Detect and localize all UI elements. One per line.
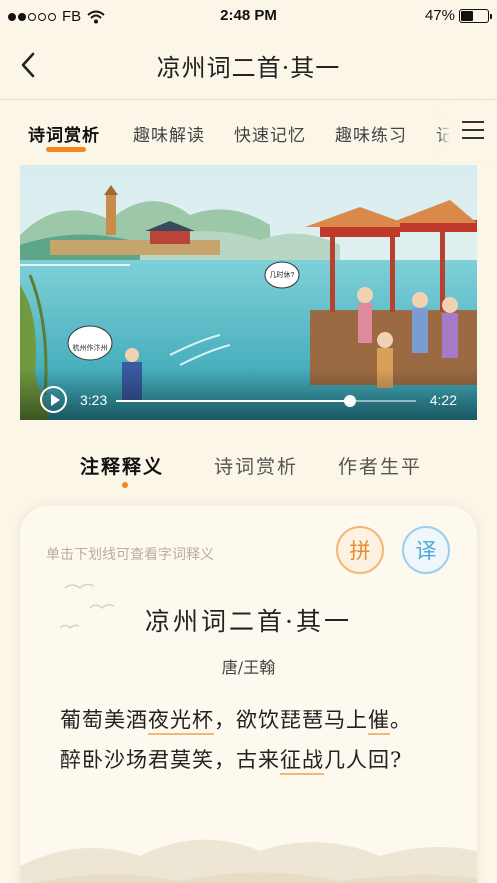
video-controls: 3:23 4:22 (20, 368, 477, 420)
poem-text: 几人回? (324, 748, 403, 772)
current-time: 3:23 (80, 392, 108, 408)
poem-text: 葡萄美酒 (60, 708, 148, 732)
battery-icon (459, 8, 492, 23)
poem-author: 唐/王翰 (221, 658, 276, 677)
translate-button[interactable]: 译 (402, 526, 450, 574)
total-time: 4:22 (429, 392, 457, 408)
menu-icon[interactable] (449, 101, 497, 159)
video-player[interactable]: 几时休? 杭州作汴州 3:23 4:22 (20, 165, 477, 420)
annotated-word[interactable]: 征战 (280, 748, 324, 775)
nav-bar: 凉州词二首·其一 (0, 34, 497, 100)
play-icon[interactable] (40, 386, 67, 413)
hint-text: 单击下划线可查看字词释义 (46, 546, 214, 562)
tab-appreciation[interactable]: 诗词赏析 (214, 452, 298, 479)
tab-fun-interpretation[interactable]: 趣味解读 (133, 121, 205, 146)
poem-text: ，欲饮琵琶马上 (214, 708, 368, 732)
poem-text: 。 (390, 708, 412, 732)
mountain-decoration (20, 839, 477, 883)
tab-poem-appreciation[interactable]: 诗词赏析 (28, 121, 100, 146)
tab-annotations[interactable]: 注释释义 (80, 452, 164, 479)
poem-line: 醉卧沙场君莫笑，古来征战几人回? (60, 744, 403, 775)
poem-text: 醉卧沙场君莫笑，古来 (60, 748, 280, 772)
annotated-word[interactable]: 夜光杯 (148, 708, 214, 735)
speech-bubble: 杭州作汴州 (72, 345, 108, 352)
page-title: 凉州词二首·其一 (156, 54, 341, 82)
progress-played (116, 400, 350, 402)
status-bar: FB 2:48 PM 47% (0, 0, 497, 34)
tab-fun-practice[interactable]: 趣味练习 (335, 121, 407, 146)
poem-card: 单击下划线可查看字词释义 拼 译 凉州词二首·其一 唐/王翰 葡萄美酒夜光杯，欲… (20, 506, 477, 883)
battery-status: 47% (424, 7, 492, 24)
feature-tabs: 诗词赏析 趣味解读 快速记忆 趣味练习 记 (0, 101, 497, 159)
poem-line: 葡萄美酒夜光杯，欲饮琵琶马上催。 (60, 704, 412, 735)
speech-bubble: 几时休? (269, 272, 295, 279)
progress-thumb[interactable] (344, 395, 356, 407)
pinyin-button[interactable]: 拼 (336, 526, 384, 574)
annotated-word[interactable]: 催 (368, 708, 390, 735)
progress-track[interactable] (116, 395, 416, 407)
active-tab-indicator (46, 147, 86, 152)
battery-percent: 47% (424, 7, 455, 24)
tab-quick-memory[interactable]: 快速记忆 (234, 121, 306, 146)
clock: 2:48 PM (220, 7, 277, 24)
content-tabs: 注释释义 诗词赏析 作者生平 (0, 440, 497, 496)
tab-author-life[interactable]: 作者生平 (338, 452, 422, 479)
active-subtab-indicator (122, 482, 128, 488)
poem-title: 凉州词二首·其一 (145, 607, 352, 636)
